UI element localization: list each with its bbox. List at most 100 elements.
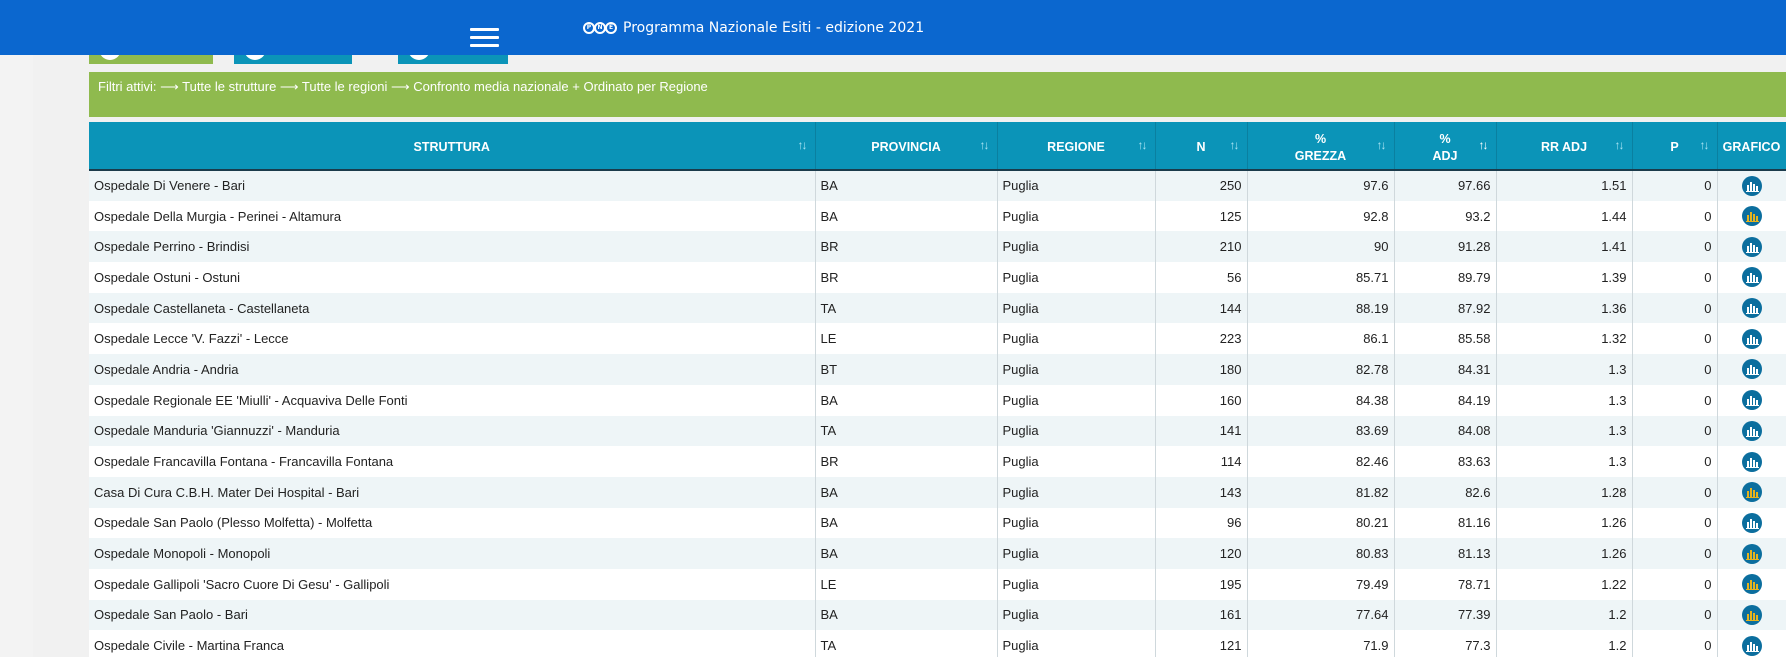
cell-adj: 85.58 [1394, 323, 1497, 355]
cell-regione: Puglia [997, 630, 1156, 657]
cell-regione: Puglia [997, 200, 1156, 232]
cell-n: 114 [1155, 446, 1248, 477]
cell-grezza: 90 [1247, 231, 1395, 263]
bar-chart-icon[interactable] [1741, 451, 1762, 472]
bar-chart-gold-icon[interactable] [1741, 543, 1762, 564]
bar-chart-icon[interactable] [1741, 359, 1762, 380]
cell-adj: 81.16 [1394, 507, 1497, 539]
cell-grafico [1717, 354, 1786, 385]
col-header-struttura[interactable]: STRUTTURA ↑↓ [89, 122, 816, 171]
icon-bar [1749, 334, 1752, 344]
cell-rr-adj: 1.36 [1496, 292, 1633, 324]
cell-struttura[interactable]: Ospedale Andria - Andria [89, 354, 816, 385]
bar-chart-icon[interactable] [1741, 267, 1762, 288]
cell-grafico [1717, 323, 1786, 355]
bar-chart-icon[interactable] [1741, 420, 1762, 441]
table-row: Ospedale San Paolo (Plesso Molfetta) - M… [89, 507, 1786, 539]
col-header-regione[interactable]: REGIONE ↑↓ [997, 122, 1156, 171]
sort-icon[interactable]: ↑↓ [798, 137, 808, 154]
bar-chart-icon[interactable] [1741, 175, 1762, 196]
icon-bar [1745, 558, 1759, 560]
top-navbar: P N E Programma Nazionale Esiti - edizio… [0, 0, 1786, 55]
cell-regione: Puglia [997, 170, 1156, 201]
icon-bar [1752, 428, 1755, 436]
cell-grezza: 79.49 [1247, 568, 1395, 600]
cell-adj: 87.92 [1394, 292, 1497, 324]
cell-regione: Puglia [997, 507, 1156, 539]
cell-grezza: 80.21 [1247, 507, 1395, 539]
sort-icon[interactable]: ↑↓ [1700, 137, 1710, 154]
icon-bar [1749, 488, 1752, 498]
bar-chart-icon[interactable] [1741, 390, 1762, 411]
cell-struttura[interactable]: Ospedale Perrino - Brindisi [89, 231, 816, 263]
cell-struttura[interactable]: Ospedale Civile - Martina Franca [89, 630, 816, 657]
table-row: Ospedale Monopoli - Monopoli BA Puglia 120 8… [89, 538, 1786, 569]
sort-desc-icon[interactable]: ↑↓ [1479, 137, 1489, 154]
cell-struttura[interactable]: Ospedale Monopoli - Monopoli [89, 538, 816, 569]
sort-icon[interactable]: ↑↓ [1138, 137, 1148, 154]
table-row: Ospedale Della Murgia - Perinei - Altamu… [89, 200, 1786, 232]
cell-n: 144 [1155, 292, 1248, 324]
sort-icon[interactable]: ↑↓ [1230, 137, 1240, 154]
bar-chart-icon[interactable] [1741, 635, 1762, 656]
cell-provincia: BA [815, 200, 998, 232]
cell-struttura[interactable]: Casa Di Cura C.B.H. Mater Dei Hospital -… [89, 476, 816, 508]
cell-struttura[interactable]: Ospedale Castellaneta - Castellaneta [89, 292, 816, 324]
cell-p: 0 [1632, 538, 1718, 569]
bar-chart-gold-icon[interactable] [1741, 206, 1762, 227]
cell-regione: Puglia [997, 323, 1156, 355]
bar-chart-icon[interactable] [1741, 298, 1762, 319]
cell-struttura[interactable]: Ospedale Regionale EE 'Miulli' - Acquavi… [89, 384, 816, 416]
sort-icon[interactable]: ↑↓ [980, 137, 990, 154]
cell-p: 0 [1632, 599, 1718, 631]
cell-struttura[interactable]: Ospedale Di Venere - Bari [89, 170, 816, 201]
table-row: Ospedale Regionale EE 'Miulli' - Acquavi… [89, 384, 1786, 416]
cell-regione: Puglia [997, 262, 1156, 293]
page: P N E Programma Nazionale Esiti - edizio… [0, 0, 1786, 657]
menu-icon[interactable] [470, 28, 499, 47]
cell-struttura[interactable]: Ospedale Gallipoli 'Sacro Cuore Di Gesu'… [89, 568, 816, 600]
icon-bar [1752, 275, 1755, 283]
cell-rr-adj: 1.3 [1496, 415, 1633, 447]
active-filters-bar: Filtri attivi: ⟶ Tutte le strutture ⟶ Tu… [89, 72, 1786, 117]
cell-n: 56 [1155, 262, 1248, 293]
bar-chart-gold-icon[interactable] [1741, 574, 1762, 595]
cell-struttura[interactable]: Ospedale Lecce 'V. Fazzi' - Lecce [89, 323, 816, 355]
brand[interactable]: P N E Programma Nazionale Esiti - edizio… [583, 19, 924, 37]
icon-bar [1745, 251, 1759, 253]
cell-rr-adj: 1.26 [1496, 538, 1633, 569]
col-header-n[interactable]: N ↑↓ [1155, 122, 1248, 171]
cell-grezza: 97.6 [1247, 170, 1395, 201]
cell-rr-adj: 1.32 [1496, 323, 1633, 355]
cell-adj: 84.31 [1394, 354, 1497, 385]
col-header-p[interactable]: P ↑↓ [1632, 122, 1718, 171]
bar-chart-icon[interactable] [1741, 328, 1762, 349]
table-row: Ospedale Ostuni - Ostuni BR Puglia 56 85.71 8… [89, 262, 1786, 293]
bar-chart-gold-icon[interactable] [1741, 604, 1762, 625]
icon-bar [1749, 273, 1752, 283]
bar-chart-icon[interactable] [1741, 236, 1762, 257]
cell-struttura[interactable]: Ospedale Ostuni - Ostuni [89, 262, 816, 293]
cell-adj: 97.66 [1394, 170, 1497, 201]
bar-chart-icon[interactable] [1741, 512, 1762, 533]
sort-icon[interactable]: ↑↓ [1377, 137, 1387, 154]
col-header-adj[interactable]: % ADJ ↑↓ [1394, 122, 1497, 171]
col-header-rr-adj[interactable]: RR ADJ ↑↓ [1496, 122, 1633, 171]
icon-bar [1749, 549, 1752, 559]
cell-grezza: 77.64 [1247, 599, 1395, 631]
cell-struttura[interactable]: Ospedale Manduria 'Giannuzzi' - Manduria [89, 415, 816, 447]
sort-icon[interactable]: ↑↓ [1615, 137, 1625, 154]
app-title: Programma Nazionale Esiti - edizione 202… [623, 20, 925, 36]
col-header-provincia[interactable]: PROVINCIA ↑↓ [815, 122, 998, 171]
col-header-grezza[interactable]: % GREZZA ↑↓ [1247, 122, 1395, 171]
cell-struttura[interactable]: Ospedale Della Murgia - Perinei - Altamu… [89, 200, 816, 232]
icon-bar [1752, 244, 1755, 252]
cell-p: 0 [1632, 568, 1718, 600]
bar-chart-gold-icon[interactable] [1741, 482, 1762, 503]
cell-grezza: 85.71 [1247, 262, 1395, 293]
cell-grafico [1717, 384, 1786, 416]
cell-struttura[interactable]: Ospedale Francavilla Fontana - Francavil… [89, 446, 816, 477]
table-row: Ospedale Francavilla Fontana - Francavil… [89, 446, 1786, 477]
cell-struttura[interactable]: Ospedale San Paolo (Plesso Molfetta) - M… [89, 507, 816, 539]
cell-struttura[interactable]: Ospedale San Paolo - Bari [89, 599, 816, 631]
